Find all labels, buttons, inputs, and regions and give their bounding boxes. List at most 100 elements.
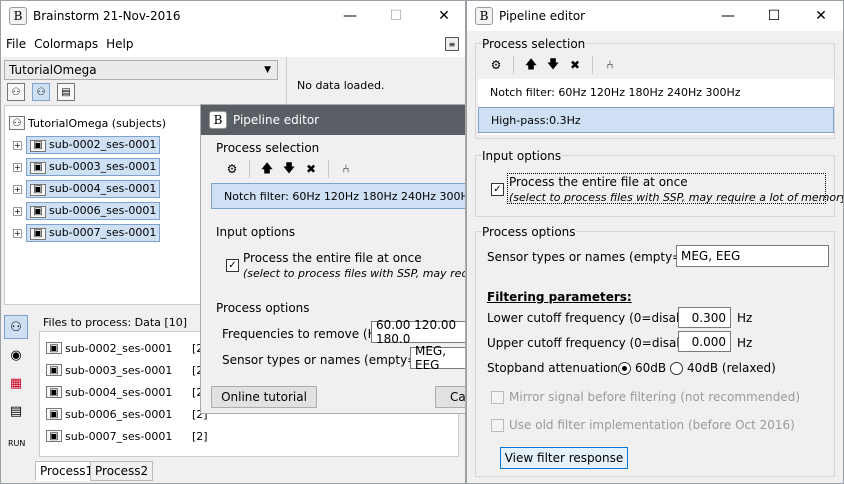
- entire-file-label: Process the entire file at once: [509, 175, 688, 189]
- main-close-button[interactable]: ✕: [421, 1, 465, 31]
- file-item[interactable]: ▣sub-0004_ses-0001[2]: [46, 382, 226, 402]
- subject-icon: ▣: [46, 364, 62, 376]
- brainstorm-logo-icon: B: [9, 7, 27, 25]
- gear-icon[interactable]: ⚙: [485, 55, 507, 75]
- move-down-icon[interactable]: 🡇: [278, 159, 300, 179]
- process-selection-label: Process selection: [482, 37, 586, 51]
- back-title-bar: B Pipeline editor: [201, 105, 465, 135]
- delete-icon[interactable]: ✖: [564, 55, 586, 75]
- back-input-options-label: Input options: [216, 225, 296, 239]
- lower-cutoff-label: Lower cutoff frequency (0=disable):: [487, 311, 704, 325]
- tree-subject[interactable]: + ▣ sub-0002_ses-0001: [13, 135, 161, 155]
- upper-cutoff-label: Upper cutoff frequency (0=disable):: [487, 336, 704, 350]
- expand-icon[interactable]: +: [13, 140, 22, 150]
- subject-icon: ▣: [46, 342, 62, 354]
- lower-cutoff-input[interactable]: 0.300: [678, 307, 731, 328]
- process-item-highpass[interactable]: High-pass:0.3Hz: [478, 107, 834, 133]
- view-mode-toolbar: ⚇ ⚇ ▤: [7, 83, 78, 101]
- main-minimize-button[interactable]: —: [327, 1, 373, 31]
- main-window-title: Brainstorm 21-Nov-2016: [33, 9, 181, 23]
- process-sidebar: ⚇ ◉ ▦ ▤ RUN: [1, 311, 31, 483]
- move-up-icon[interactable]: 🡅: [520, 55, 542, 75]
- no-data-label: No data loaded.: [297, 79, 385, 92]
- pipeline-tree-icon[interactable]: ⑃: [335, 159, 357, 179]
- menu-colormaps[interactable]: Colormaps: [34, 37, 98, 51]
- back-process-options-label: Process options: [216, 301, 310, 315]
- brain-icon[interactable]: ◉: [4, 343, 28, 367]
- back-process-selection-label: Process selection: [216, 141, 320, 155]
- expand-icon[interactable]: +: [13, 206, 22, 216]
- radio-40db-label: 40dB (relaxed): [687, 361, 776, 375]
- subject-icon: ▣: [46, 430, 62, 442]
- subject-icon: ▣: [30, 161, 46, 174]
- view-filter-response-button[interactable]: View filter response: [500, 447, 628, 469]
- expand-icon[interactable]: +: [13, 162, 22, 172]
- process-data-icon[interactable]: ⚇: [4, 315, 28, 339]
- matrix-icon[interactable]: ▤: [4, 399, 28, 423]
- tree-subject[interactable]: + ▣ sub-0004_ses-0001: [13, 179, 161, 199]
- front-minimize-button[interactable]: —: [705, 1, 751, 31]
- tree-root[interactable]: ⚇ TutorialOmega (subjects): [9, 113, 166, 133]
- tree-subject[interactable]: + ▣ sub-0006_ses-0001: [13, 201, 161, 221]
- back-cancel-button[interactable]: Ca: [435, 386, 465, 408]
- tab-process1[interactable]: Process1: [35, 461, 99, 481]
- entire-file-checkbox[interactable]: ✓: [491, 183, 504, 196]
- conditions-view-icon[interactable]: ▤: [57, 83, 75, 101]
- subjects-folder-icon: ⚇: [9, 116, 25, 130]
- back-process-item[interactable]: Notch filter: 60Hz 120Hz 180Hz 240Hz 300…: [224, 190, 465, 203]
- back-freq-input[interactable]: 60.00 120.00 180.0: [371, 318, 465, 346]
- file-item[interactable]: ▣sub-0002_ses-0001[2]: [46, 338, 226, 358]
- front-close-button[interactable]: ✕: [798, 1, 843, 31]
- files-header: Files to process: Data [10]: [43, 316, 187, 329]
- menu-help[interactable]: Help: [106, 37, 133, 51]
- timefreq-icon[interactable]: ▦: [4, 371, 28, 395]
- sensor-input[interactable]: MEG, EEG: [676, 245, 829, 267]
- process-options-group: [475, 231, 835, 477]
- move-down-icon[interactable]: 🡇: [542, 55, 564, 75]
- file-item[interactable]: ▣ sub-0006_ses-0001 [2]: [46, 404, 226, 424]
- process-list: Notch filter: 60Hz 120Hz 180Hz 240Hz 300…: [478, 79, 834, 135]
- expand-icon[interactable]: +: [13, 228, 22, 238]
- tree-subject[interactable]: + ▣ sub-0003_ses-0001: [13, 157, 161, 177]
- entire-file-hint: (select to process files with SSP, may r…: [509, 191, 844, 204]
- functional-view-icon[interactable]: ⚇: [32, 83, 50, 101]
- protocol-select[interactable]: TutorialOmega ▼: [4, 60, 278, 80]
- online-tutorial-button[interactable]: Online tutorial: [211, 386, 317, 408]
- back-process-toolbar: ⚙ 🡅 🡇 ✖ ⑃: [221, 159, 357, 179]
- subjects-view-icon[interactable]: ⚇: [7, 83, 25, 101]
- back-entire-file-label: Process the entire file at once: [243, 251, 422, 265]
- mirror-signal-checkbox[interactable]: [491, 391, 504, 404]
- back-sensor-label: Sensor types or names (empty=all):: [222, 353, 440, 367]
- front-maximize-button[interactable]: ☐: [751, 1, 797, 31]
- main-maximize-button[interactable]: ☐: [373, 1, 419, 31]
- run-button[interactable]: RUN: [8, 439, 25, 448]
- delete-icon[interactable]: ✖: [300, 159, 322, 179]
- radio-60db[interactable]: [618, 362, 631, 375]
- old-filter-checkbox[interactable]: [491, 419, 504, 432]
- expand-icon[interactable]: +: [13, 184, 22, 194]
- file-item[interactable]: ▣sub-0003_ses-0001[2]: [46, 360, 226, 380]
- file-item[interactable]: ▣ sub-0007_ses-0001 [2]: [46, 426, 226, 446]
- radio-40db[interactable]: [670, 362, 683, 375]
- process-item-notch[interactable]: Notch filter: 60Hz 120Hz 180Hz 240Hz 300…: [478, 81, 834, 103]
- gear-icon[interactable]: ⚙: [221, 159, 243, 179]
- tree-subject[interactable]: + ▣ sub-0007_ses-0001: [13, 223, 161, 243]
- main-menu-bar: File Colormaps Help ≡: [1, 31, 465, 57]
- subject-icon: ▣: [46, 386, 62, 398]
- back-entire-file-hint: (select to process files with SSP, may r…: [243, 267, 466, 280]
- back-entire-file-checkbox[interactable]: ✓: [226, 259, 239, 272]
- back-sensor-input[interactable]: MEG, EEG: [410, 344, 465, 372]
- input-options-label: Input options: [482, 149, 562, 163]
- menu-file[interactable]: File: [6, 37, 26, 51]
- layout-icon[interactable]: ≡: [445, 37, 459, 51]
- radio-60db-label: 60dB: [635, 361, 667, 375]
- chevron-down-icon: ▼: [264, 65, 271, 75]
- protocol-select-value: TutorialOmega: [9, 63, 97, 77]
- upper-cutoff-input[interactable]: 0.000: [678, 331, 731, 352]
- pipeline-tree-icon[interactable]: ⑃: [599, 55, 621, 75]
- tab-process2[interactable]: Process2: [90, 461, 154, 481]
- tree-root-label: TutorialOmega (subjects): [28, 116, 166, 130]
- front-window-title: Pipeline editor: [499, 9, 586, 23]
- move-up-icon[interactable]: 🡅: [256, 159, 278, 179]
- main-title-bar: B Brainstorm 21-Nov-2016 — ☐ ✕: [1, 1, 465, 31]
